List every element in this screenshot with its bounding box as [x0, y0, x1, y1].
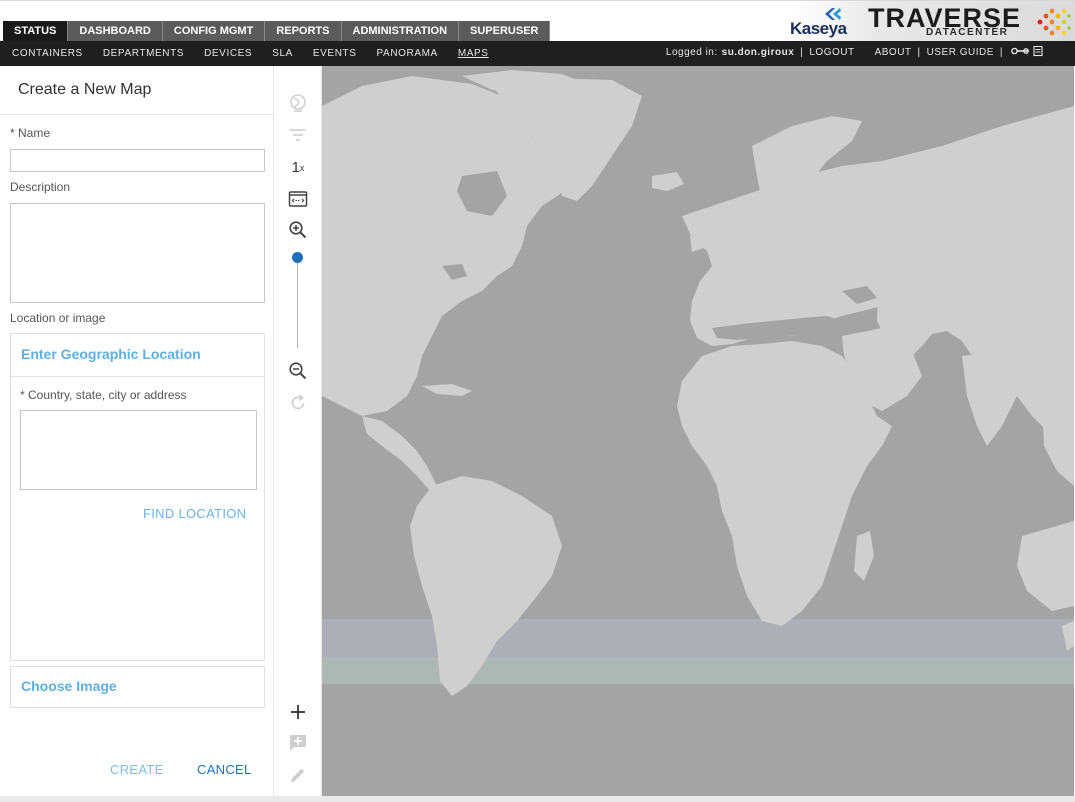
tab-config-mgmt[interactable]: CONFIG MGMT	[162, 21, 266, 42]
zoom-out-icon	[289, 362, 307, 380]
choose-image-header[interactable]: Choose Image	[21, 678, 117, 694]
world-map-canvas	[322, 70, 1074, 696]
tab-administration[interactable]: ADMINISTRATION	[341, 21, 460, 42]
india	[962, 351, 1022, 446]
subnav-items: CONTAINERS DEPARTMENTS DEVICES SLA EVENT…	[0, 41, 499, 66]
traverse-dots-icon	[1037, 8, 1071, 36]
tab-reports[interactable]: REPORTS	[265, 21, 342, 42]
description-label: Description	[10, 180, 71, 194]
divider	[0, 114, 273, 115]
cancel-button[interactable]: CANCEL	[197, 762, 252, 777]
country-input[interactable]	[20, 410, 257, 490]
refresh-button[interactable]	[287, 392, 309, 414]
zoom-slider-track[interactable]	[297, 256, 298, 348]
location-or-image-label: Location or image	[10, 311, 106, 325]
logout-link[interactable]: LOGOUT	[809, 47, 854, 58]
fit-screen-button[interactable]	[287, 188, 309, 210]
map-toolbar: 1x	[274, 66, 322, 796]
separator: |	[800, 46, 804, 58]
geographic-location-header[interactable]: Enter Geographic Location	[21, 346, 201, 362]
globe-icon	[290, 94, 306, 112]
logged-in-label: Logged in:	[665, 46, 718, 58]
user-menu: Logged in: su.don.giroux | LOGOUT ABOUT …	[666, 41, 1045, 63]
tab-status[interactable]: STATUS	[3, 21, 69, 42]
zoom-in-button[interactable]	[287, 219, 309, 241]
bottom-strip	[0, 796, 1075, 802]
zoom-in-icon	[289, 221, 307, 239]
geographic-location-section: Enter Geographic Location * Country, sta…	[10, 333, 265, 661]
zoom-level-indicator: 1x	[287, 156, 309, 178]
add-icon	[291, 705, 305, 719]
subnav-panorama[interactable]: PANORAMA	[367, 41, 448, 66]
subnav-events[interactable]: EVENTS	[303, 41, 367, 66]
main-tabs: STATUS DASHBOARD CONFIG MGMT REPORTS ADM…	[3, 21, 551, 42]
zoom-slider[interactable]	[289, 252, 307, 350]
tab-dashboard[interactable]: DASHBOARD	[68, 21, 163, 42]
southeast-asia	[1042, 396, 1074, 486]
kaseya-wordmark: Kaseya	[790, 19, 847, 38]
central-america	[362, 416, 437, 491]
land-masses	[322, 70, 1074, 696]
description-input[interactable]	[10, 203, 265, 303]
kaseya-logo: Kaseya	[790, 7, 852, 39]
traverse-logo: TRAVERSE DATACENTER	[868, 4, 1073, 40]
zoom-slider-thumb[interactable]	[292, 252, 303, 263]
add-comment-icon	[290, 735, 306, 751]
add-button[interactable]	[287, 701, 309, 723]
subnav-icon-group	[1011, 45, 1043, 57]
fit-screen-icon	[288, 191, 308, 207]
africa	[677, 341, 892, 626]
datacenter-wordmark: DATACENTER	[926, 27, 1009, 38]
filter-button[interactable]	[287, 124, 309, 146]
subnav-devices[interactable]: DEVICES	[194, 41, 262, 66]
subnav-containers[interactable]: CONTAINERS	[0, 41, 93, 66]
create-map-panel: Create a New Map * Name Description Loca…	[0, 66, 274, 796]
madagascar	[854, 531, 874, 581]
australia	[1017, 521, 1074, 611]
subnav-departments[interactable]: DEPARTMENTS	[93, 41, 194, 66]
list-icon[interactable]	[1033, 45, 1043, 57]
world-map[interactable]	[322, 66, 1074, 796]
separator: |	[917, 46, 921, 58]
country-label: * Country, state, city or address	[20, 388, 187, 402]
panel-title: Create a New Map	[18, 81, 152, 98]
subnav-sla[interactable]: SLA	[262, 41, 303, 66]
subnav-maps[interactable]: MAPS	[448, 41, 499, 66]
map-band	[322, 657, 1074, 684]
edit-button[interactable]	[287, 764, 309, 786]
top-header: STATUS DASHBOARD CONFIG MGMT REPORTS ADM…	[0, 0, 1075, 42]
user-guide-link[interactable]: USER GUIDE	[927, 47, 994, 58]
create-button[interactable]: CREATE	[110, 762, 164, 777]
divider	[11, 376, 264, 377]
name-input[interactable]	[10, 149, 265, 172]
filter-icon	[290, 129, 306, 141]
add-comment-button[interactable]	[287, 732, 309, 754]
separator: |	[999, 46, 1003, 58]
find-location-button[interactable]: FIND LOCATION	[143, 506, 246, 521]
username: su.don.giroux	[721, 46, 795, 58]
zoom-level-value: 1	[291, 158, 300, 176]
edit-icon	[291, 768, 305, 782]
cuba	[422, 384, 472, 396]
choose-image-section: Choose Image	[10, 666, 265, 708]
sub-navigation: CONTAINERS DEPARTMENTS DEVICES SLA EVENT…	[0, 41, 1075, 66]
about-link[interactable]: ABOUT	[875, 47, 912, 58]
key-icon[interactable]	[1011, 47, 1029, 55]
tab-superuser[interactable]: SUPERUSER	[459, 21, 551, 42]
iceland	[652, 172, 684, 191]
zoom-level-suffix: x	[299, 163, 305, 173]
app-window: STATUS DASHBOARD CONFIG MGMT REPORTS ADM…	[0, 0, 1075, 802]
globe-button[interactable]	[287, 92, 309, 114]
refresh-icon	[291, 394, 305, 410]
zoom-out-button[interactable]	[287, 360, 309, 382]
name-label: * Name	[10, 126, 51, 140]
